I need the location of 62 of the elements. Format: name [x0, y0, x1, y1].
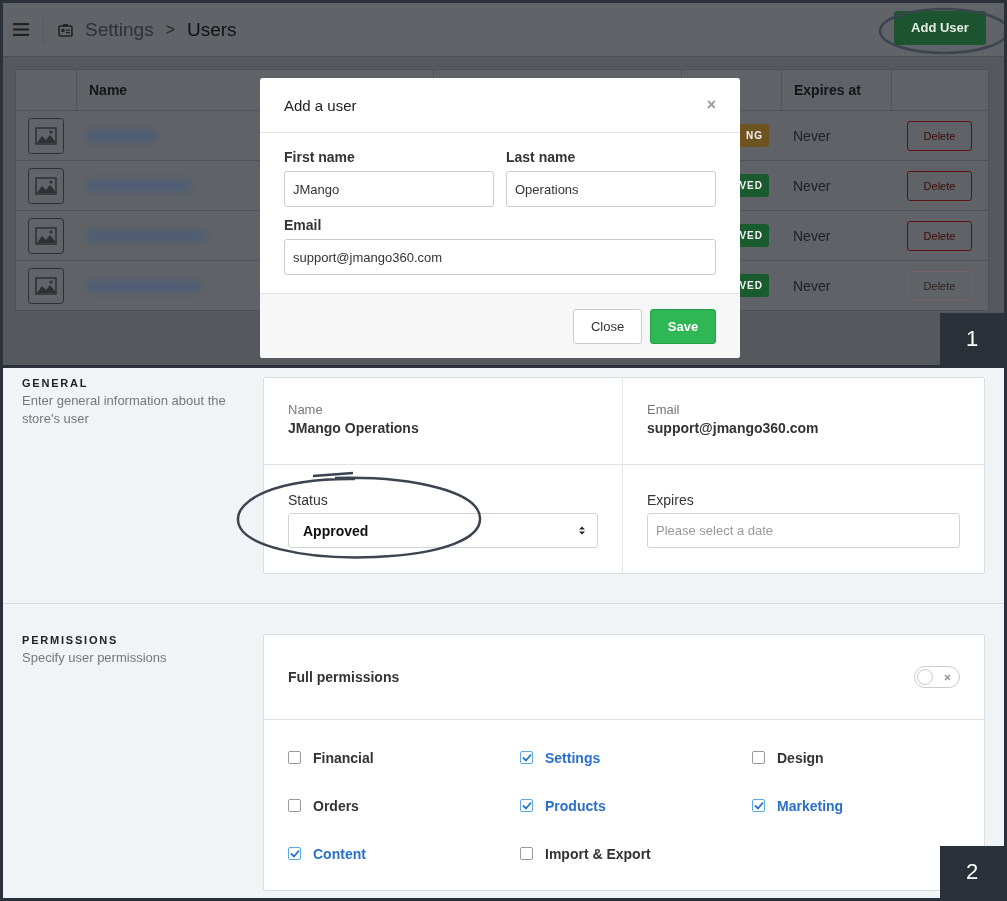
delete-button[interactable]: Delete [907, 120, 972, 151]
image-placeholder-icon [28, 267, 64, 304]
checkbox[interactable] [288, 847, 301, 860]
delete-button[interactable]: Delete [907, 170, 972, 201]
status-badge: NG [740, 124, 769, 147]
checkbox[interactable] [752, 751, 765, 764]
field-label: Last name [506, 149, 577, 165]
checkbox[interactable] [520, 751, 533, 764]
select-arrow-icon [579, 526, 585, 535]
permission-label: Settings [545, 749, 601, 766]
checkbox[interactable] [288, 799, 301, 812]
permission-label: Products [545, 797, 606, 814]
checkbox[interactable] [520, 847, 533, 860]
field-label: Expires [647, 492, 695, 508]
column-header: Expires at [794, 82, 861, 98]
checkbox[interactable] [520, 799, 533, 812]
image-placeholder-icon [28, 167, 64, 204]
breadcrumb-separator: > [165, 20, 175, 39]
checkbox[interactable] [752, 799, 765, 812]
input-field[interactable]: Operations [506, 171, 716, 207]
input-field[interactable]: support@jmango360.com [284, 239, 716, 275]
checkbox[interactable] [288, 751, 301, 764]
field-label: First name [284, 149, 356, 165]
expires-text: Never [793, 227, 831, 244]
x-icon [944, 673, 951, 681]
field-label: Email [647, 402, 681, 417]
section-title: PERMISSIONS [22, 634, 120, 646]
image-placeholder-icon [28, 217, 64, 254]
dialog-title: Add a user [284, 96, 357, 114]
email-value: support@jmango360.com [647, 420, 820, 436]
close-button[interactable]: Close [573, 308, 642, 344]
add-user-button[interactable]: Add User [894, 10, 986, 45]
permission-label: Content [313, 845, 366, 862]
permission-label: Import & Export [545, 845, 651, 862]
expires-text: Never [793, 277, 831, 294]
close-button[interactable]: × [706, 96, 716, 114]
permission-label: Design [777, 749, 824, 766]
permission-label: Marketing [777, 797, 844, 814]
field-label: Name [288, 402, 324, 417]
full-permissions-label: Full permissions [288, 669, 400, 685]
status-select[interactable]: Approved [288, 513, 598, 548]
field-label: Email [284, 217, 323, 233]
name-value: JMango Operations [288, 420, 420, 436]
permission-label: Orders [313, 797, 359, 814]
section-description: Enter general information about the store's user [22, 392, 227, 428]
section-description: Specify user permissions [22, 649, 168, 667]
date-field[interactable]: Please select a date [647, 513, 960, 548]
step-number: 1 [940, 313, 1004, 365]
save-button[interactable]: Save [650, 308, 716, 344]
section-title: GENERAL [22, 377, 90, 389]
column-header: Name [89, 82, 128, 98]
id-card-icon [58, 22, 73, 37]
expires-text: Never [793, 177, 831, 194]
menu-icon[interactable] [13, 23, 29, 36]
input-field[interactable]: JMango [284, 171, 494, 207]
page-title: Users [187, 18, 237, 41]
expires-text: Never [793, 127, 831, 144]
image-placeholder-icon [28, 117, 64, 154]
field-label: Status [288, 492, 329, 508]
delete-button[interactable]: Delete [907, 220, 972, 251]
step-number: 2 [940, 846, 1004, 898]
permission-label: Financial [313, 749, 374, 766]
